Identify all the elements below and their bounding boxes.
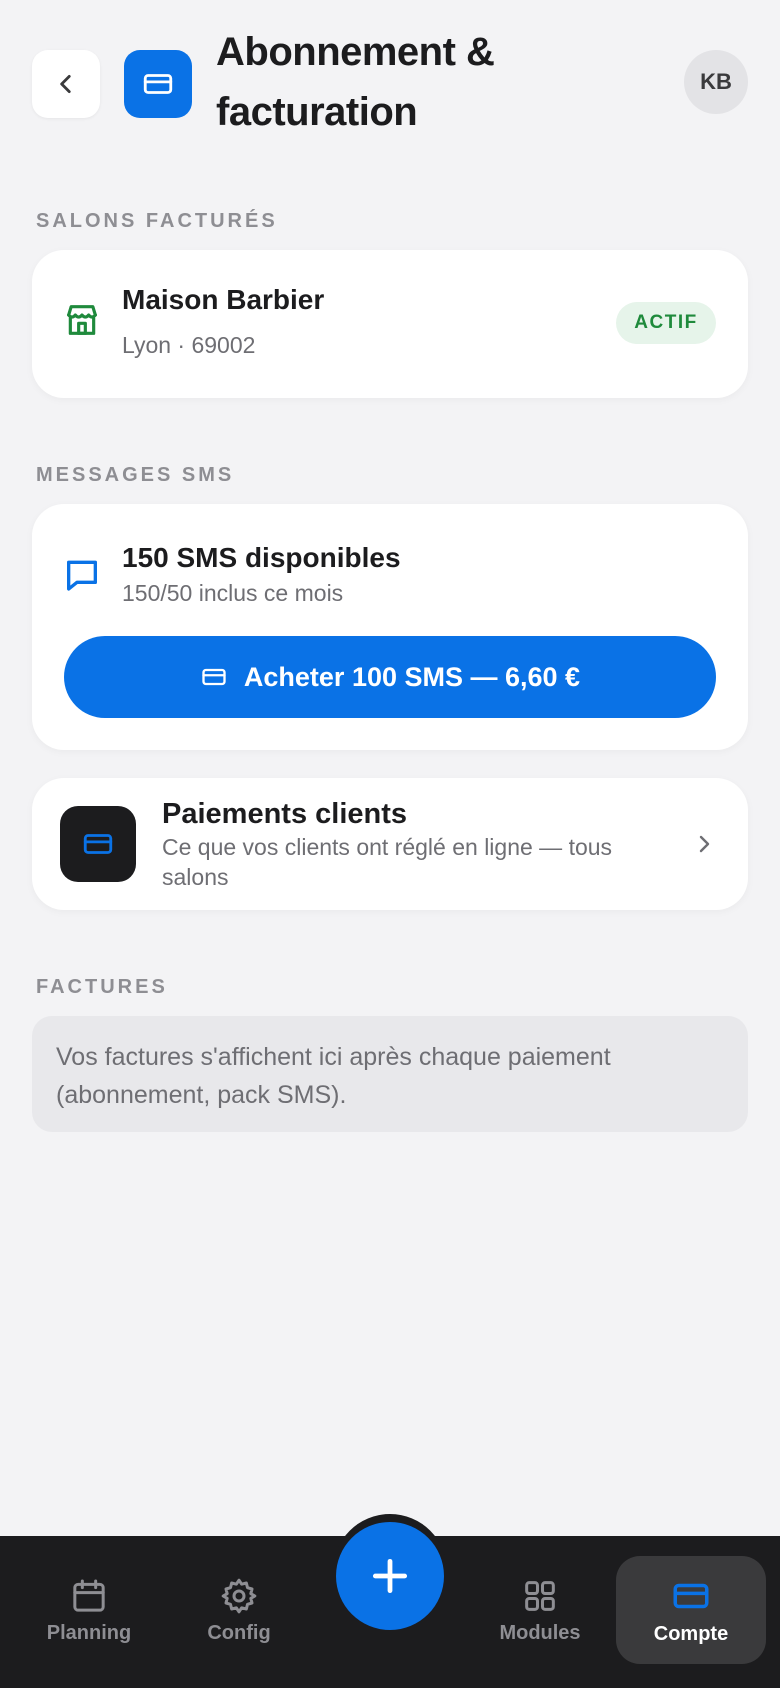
tab-compte[interactable]: Compte: [616, 1556, 766, 1664]
credit-card-icon: [143, 74, 173, 94]
section-label-salons: SALONS FACTURÉS: [36, 210, 278, 232]
plus-icon: [372, 1558, 408, 1594]
buy-sms-button[interactable]: Acheter 100 SMS — 6,60 €: [64, 636, 716, 718]
status-badge: ACTIF: [616, 302, 716, 344]
credit-card-icon: [83, 834, 113, 854]
section-label-sms: MESSAGES SMS: [36, 464, 235, 486]
add-button[interactable]: [336, 1522, 444, 1630]
tab-config[interactable]: Config: [164, 1556, 314, 1664]
page-icon: [124, 50, 192, 118]
back-button[interactable]: [32, 50, 100, 118]
credit-card-icon: [202, 668, 226, 686]
section-label-invoices: FACTURES: [36, 976, 168, 998]
store-icon: [67, 305, 97, 335]
chevron-left-icon: [60, 75, 71, 93]
client-payments-icon-tile: [60, 806, 136, 882]
buy-sms-label: Acheter 100 SMS — 6,60 €: [243, 661, 581, 692]
tab-modules-label: Modules: [499, 1621, 581, 1644]
salon-name: Maison Barbier: [122, 284, 325, 315]
avatar[interactable]: KB: [684, 50, 748, 114]
client-payments-title: Paiements clients: [162, 798, 407, 830]
client-payments-row[interactable]: Paiements clients Ce que vos clients ont…: [32, 778, 748, 910]
invoices-empty-state: Vos factures s'affichent ici après chaqu…: [32, 1016, 748, 1132]
message-icon: [67, 560, 98, 591]
tab-compte-label: Compte: [653, 1622, 729, 1645]
gear-icon: [221, 1578, 257, 1613]
tab-planning-label: Planning: [46, 1621, 132, 1644]
chevron-right-icon: [699, 835, 710, 853]
sms-card: 150 SMS disponibles 150/50 inclus ce moi…: [32, 504, 748, 750]
header: Abonnement & facturation KB: [0, 0, 780, 160]
credit-card-icon: [673, 1583, 709, 1608]
tab-planning[interactable]: Planning: [14, 1556, 164, 1664]
tab-config-label: Config: [207, 1621, 271, 1644]
client-payments-subtitle: Ce que vos clients ont réglé en ligne — …: [162, 834, 613, 890]
salon-location: Lyon · 69002: [122, 332, 256, 358]
page-title: Abonnement & facturation: [216, 30, 495, 134]
sms-balance-subtitle: 150/50 inclus ce mois: [122, 580, 344, 606]
salon-card[interactable]: Maison Barbier Lyon · 69002 ACTIF: [32, 250, 748, 398]
tab-modules[interactable]: Modules: [465, 1556, 615, 1664]
grid-icon: [525, 1580, 555, 1611]
calendar-icon: [73, 1579, 105, 1612]
sms-balance-title: 150 SMS disponibles: [122, 542, 401, 573]
